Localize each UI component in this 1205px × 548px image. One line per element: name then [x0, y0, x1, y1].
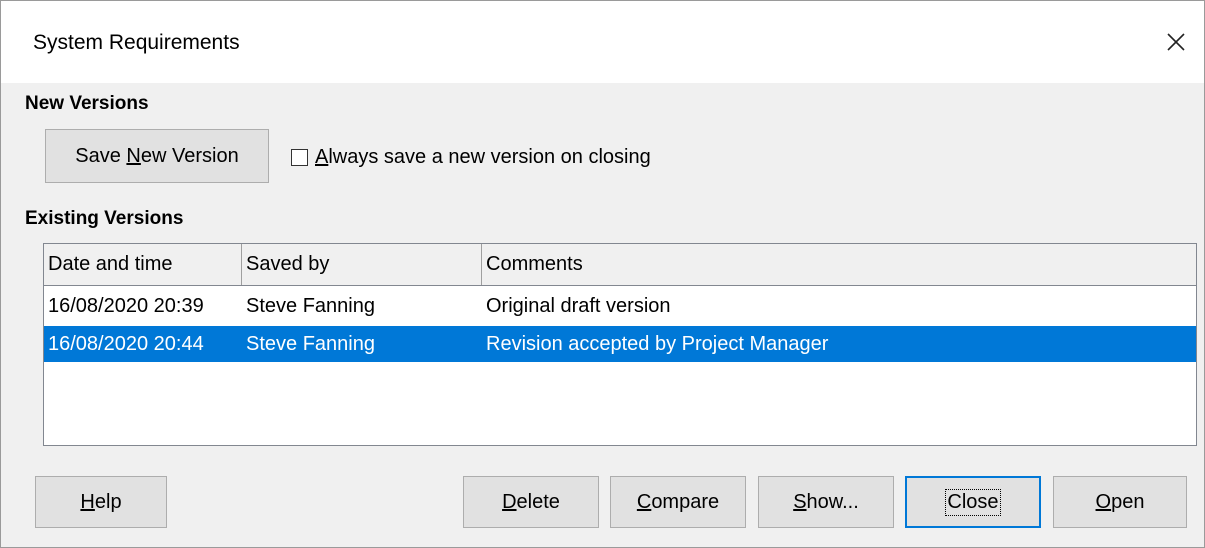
- versions-dialog: System Requirements New Versions Save Ne…: [0, 0, 1205, 548]
- open-label: pen: [1111, 490, 1145, 513]
- save-new-version-label-post: ew Version: [140, 144, 239, 167]
- row-date: 16/08/2020 20:39: [48, 294, 204, 317]
- table-row[interactable]: 16/08/2020 20:39 Steve Fanning Original …: [44, 288, 1196, 324]
- show-label: how...: [806, 490, 859, 513]
- show-mnemonic: S: [793, 490, 807, 513]
- always-save-checkbox[interactable]: [291, 148, 308, 166]
- row-date: 16/08/2020 20:44: [48, 332, 204, 355]
- help-button[interactable]: Help: [35, 476, 167, 528]
- existing-versions-heading: Existing Versions: [25, 208, 184, 229]
- row-saved-by: Steve Fanning: [246, 332, 375, 355]
- new-versions-heading: New Versions: [25, 93, 149, 114]
- table-row-selected[interactable]: 16/08/2020 20:44 Steve Fanning Revision …: [44, 326, 1196, 362]
- row-comment: Revision accepted by Project Manager: [486, 332, 829, 355]
- row-saved-by: Steve Fanning: [246, 294, 375, 317]
- close-icon[interactable]: [1157, 23, 1195, 61]
- title-bar: System Requirements: [1, 1, 1204, 83]
- column-header-comments[interactable]: Comments: [482, 244, 1196, 285]
- compare-mnemonic: C: [636, 490, 652, 513]
- compare-button[interactable]: Compare: [610, 476, 746, 528]
- close-button[interactable]: Close: [905, 476, 1041, 528]
- always-save-label: lways save a new version on closing: [328, 145, 651, 168]
- delete-label: elete: [516, 490, 560, 513]
- open-mnemonic: O: [1095, 490, 1112, 513]
- help-label: elp: [94, 490, 122, 513]
- save-new-version-mnemonic: N: [126, 144, 141, 167]
- delete-mnemonic: D: [502, 490, 517, 513]
- show-button[interactable]: Show...: [758, 476, 894, 528]
- table-header: Date and time Saved by Comments: [44, 244, 1196, 286]
- row-comment: Original draft version: [486, 294, 671, 317]
- open-button[interactable]: Open: [1053, 476, 1187, 528]
- always-save-checkbox-row[interactable]: Always save a new version on closing: [291, 143, 651, 171]
- always-save-mnemonic: A: [315, 145, 329, 168]
- delete-button[interactable]: Delete: [463, 476, 599, 528]
- column-header-saved-by[interactable]: Saved by: [242, 244, 482, 285]
- versions-table[interactable]: Date and time Saved by Comments 16/08/20…: [43, 243, 1197, 446]
- save-new-version-button[interactable]: Save New Version: [45, 129, 269, 183]
- dialog-title: System Requirements: [33, 31, 240, 54]
- help-mnemonic: H: [80, 490, 95, 513]
- column-header-date[interactable]: Date and time: [44, 244, 242, 285]
- save-new-version-label-pre: Save: [75, 144, 127, 167]
- compare-label: ompare: [651, 490, 720, 513]
- close-label: Close: [945, 488, 1001, 516]
